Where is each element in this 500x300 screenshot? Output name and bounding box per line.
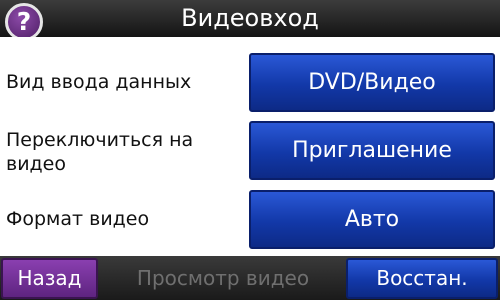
bottom-bar: Назад Просмотр видео Восстан. xyxy=(0,256,500,300)
video-format-label: Формат видео xyxy=(6,208,150,230)
settings-list: Вид ввода данных DVD/Видео Переключиться… xyxy=(0,37,500,256)
switch-to-video-button[interactable]: Приглашение xyxy=(249,121,495,180)
input-type-label: Вид ввода данных xyxy=(6,71,192,93)
video-format-button[interactable]: Авто xyxy=(249,190,495,249)
help-button[interactable]: ? xyxy=(5,3,43,41)
switch-to-video-label: Переключиться на видео xyxy=(6,129,194,175)
question-mark-icon: ? xyxy=(16,7,32,36)
restore-button[interactable]: Восстан. xyxy=(346,258,498,299)
back-button[interactable]: Назад xyxy=(1,258,98,299)
page-title: Видеовход xyxy=(181,4,319,32)
view-video-button[interactable]: Просмотр видео xyxy=(100,258,346,299)
input-type-button[interactable]: DVD/Видео xyxy=(249,53,495,112)
header-bar: Видеовход ? xyxy=(0,0,500,41)
